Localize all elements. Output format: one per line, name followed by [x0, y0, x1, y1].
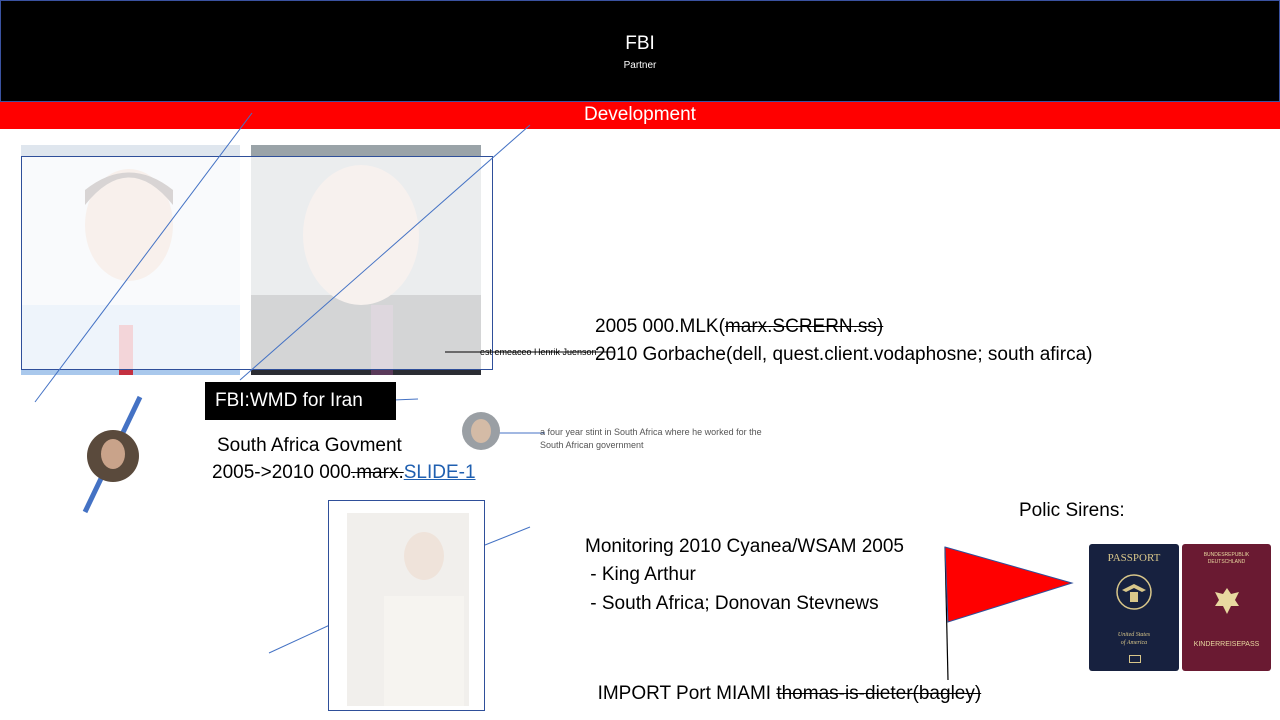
- slide-1-link[interactable]: SLIDE-1: [404, 462, 476, 483]
- de-passport: BUNDESREPUBLIK DEUTSCHLAND KINDERREISEPA…: [1182, 544, 1271, 671]
- right-note-line1: a four year stint in South Africa where …: [540, 427, 762, 437]
- de-passport-bottom: KINDERREISEPASS: [1193, 641, 1260, 648]
- monitoring-item-2: - South Africa; Donovan Stevnews: [585, 593, 879, 614]
- polic-sirens-label: Polic Sirens:: [1019, 500, 1125, 521]
- import-prefix: IMPORT Port MIAMI: [597, 683, 777, 704]
- right-note-line2: South African government: [540, 440, 644, 450]
- fbi-wmd-label: FBI:WMD for Iran: [205, 382, 396, 420]
- timeline-line1-strike: marx.SCRERN.ss): [724, 316, 884, 337]
- import-strike: thomas-is-dieter(bagley): [776, 683, 982, 704]
- avatar-center-image: [462, 412, 500, 450]
- chip-icon: [1129, 655, 1141, 663]
- import-line: IMPORT Port MIAMI thomas-is-dieter(bagle…: [587, 661, 982, 705]
- timeline-line1: 2005 000.MLK(marx.SCRERN.ss): [595, 316, 883, 338]
- timeline-line1-prefix: 2005 000.MLK(: [595, 316, 725, 337]
- us-passport-line2: of America: [1120, 640, 1148, 646]
- eagle-icon: [1215, 588, 1239, 614]
- monitoring-title: Monitoring 2010 Cyanea/WSAM 2005: [585, 536, 904, 557]
- south-africa-title: South Africa Govment: [217, 435, 402, 456]
- faded-photo-image: [347, 513, 469, 706]
- de-passport-line2: DEUTSCHLAND: [1207, 559, 1246, 565]
- us-passport-line1: United States: [1117, 632, 1151, 638]
- monitoring-item-1: - King Arthur: [585, 564, 696, 585]
- de-passport-line1: BUNDESREPUBLIK: [1203, 552, 1250, 558]
- avatar-left-image: [87, 430, 139, 482]
- south-africa-dates: 2005->2010 000.marx.SLIDE-1: [212, 462, 476, 484]
- us-passport: PASSPORT United States of America: [1089, 544, 1179, 671]
- us-passport-title: PASSPORT: [1107, 552, 1161, 564]
- south-africa-strike: .marx.: [350, 462, 404, 483]
- eagle-seal-icon: [1116, 574, 1152, 610]
- south-africa-dates-prefix: 2005->2010 000: [212, 462, 351, 483]
- left-note: est emeaceo Henrik Juenson: [480, 347, 597, 357]
- faded-photo-frame: [328, 500, 485, 711]
- timeline-line2: 2010 Gorbache(dell, quest.client.vodapho…: [595, 344, 1093, 365]
- avatar-center: [462, 412, 500, 450]
- avatar-left: [87, 430, 139, 482]
